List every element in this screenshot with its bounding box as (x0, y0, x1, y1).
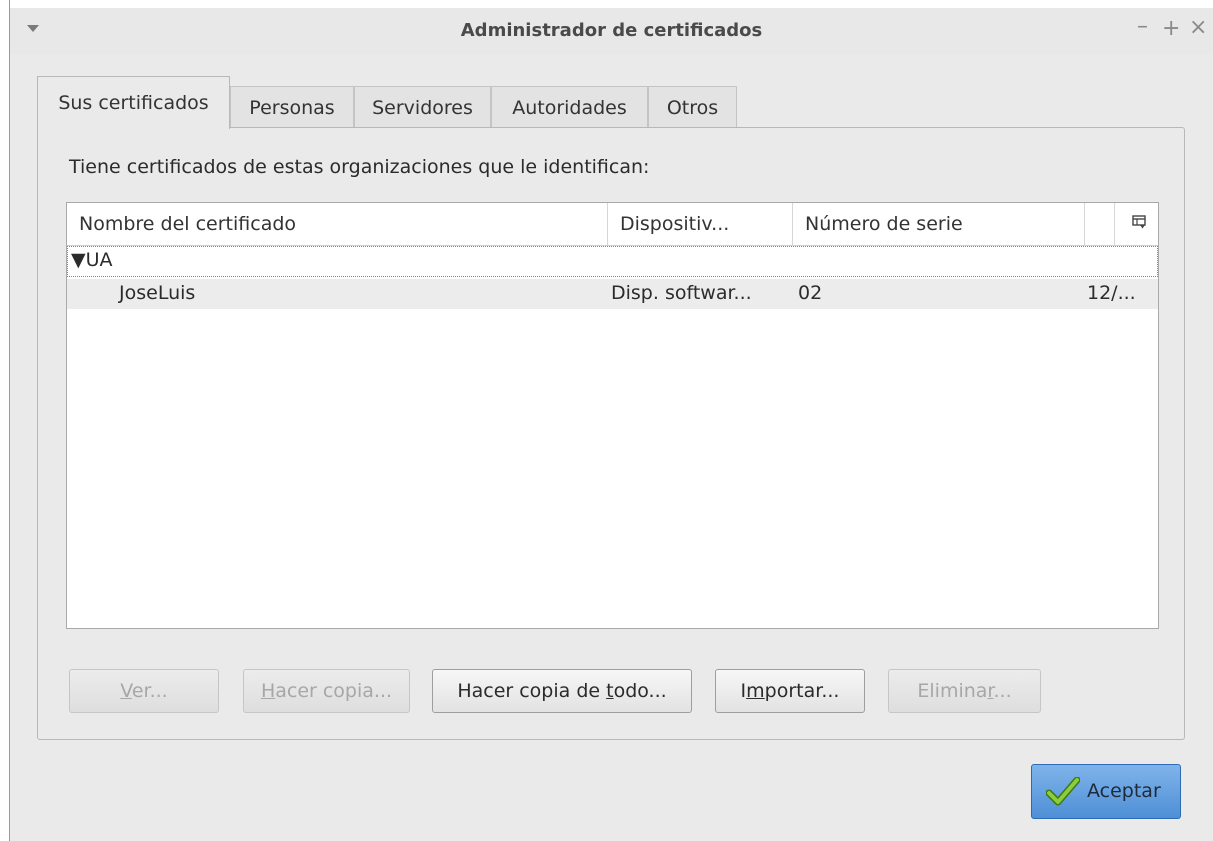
view-button[interactable]: Ver... (69, 669, 219, 713)
accept-button[interactable]: Aceptar (1031, 764, 1181, 819)
minimize-button[interactable]: – (1137, 14, 1148, 39)
tab-personas[interactable]: Personas (230, 86, 354, 128)
checkmark-icon (1046, 777, 1080, 806)
close-button[interactable]: × (1189, 15, 1207, 40)
backup-mnemonic: H (260, 680, 276, 702)
backup-all-label-rest: odo... (613, 680, 667, 702)
tab-panel: Tiene certificados de estas organizacion… (37, 127, 1185, 740)
title-bar: Administrador de certificados – + × (10, 8, 1213, 54)
window-title: Administrador de certificados (460, 20, 763, 41)
backup-label-rest: acer copia... (275, 680, 393, 702)
column-header-name[interactable]: Nombre del certificado (67, 203, 608, 245)
accept-label: Aceptar (1087, 780, 1161, 802)
tab-autoridades[interactable]: Autoridades (491, 86, 648, 128)
cell-device: Disp. softwar... (611, 282, 752, 304)
column-header-device[interactable]: Dispositiv... (608, 203, 793, 245)
column-header-serial[interactable]: Número de serie (793, 203, 1085, 245)
cell-serial: 02 (798, 282, 823, 304)
column-header-extra[interactable] (1085, 203, 1115, 245)
view-mnemonic: V (120, 680, 132, 702)
group-label: ▼UA (71, 249, 113, 271)
background-window-edge (0, 0, 10, 841)
tab-servidores[interactable]: Servidores (354, 86, 491, 128)
certificate-tree[interactable]: Nombre del certificado Dispositiv... Núm… (66, 202, 1159, 629)
delete-button[interactable]: Eliminar... (888, 669, 1041, 713)
maximize-button[interactable]: + (1162, 16, 1180, 41)
import-mnemonic: m (746, 680, 765, 702)
table-row[interactable]: JoseLuis Disp. softwar... 02 12/... (67, 279, 1158, 309)
cell-certificate-name: JoseLuis (119, 282, 196, 304)
delete-label-pre: Elimina (917, 680, 988, 702)
import-label-rest: portar... (764, 680, 840, 702)
tree-group-row[interactable]: ▼UA (67, 246, 1158, 277)
certificate-manager-window: Administrador de certificados – + × Sus … (10, 8, 1213, 841)
tree-header: Nombre del certificado Dispositiv... Núm… (67, 203, 1158, 246)
backup-all-mnemonic: t (606, 680, 614, 702)
column-picker-icon[interactable] (1132, 215, 1146, 229)
tab-sus-certificados[interactable]: Sus certificados (37, 76, 230, 129)
backup-button[interactable]: Hacer copia... (243, 669, 410, 713)
tab-otros[interactable]: Otros (648, 86, 737, 128)
backup-all-label-pre: Hacer copia de (457, 680, 607, 702)
cell-expires: 12/... (1087, 282, 1136, 304)
view-label-rest: er... (131, 680, 168, 702)
panel-description: Tiene certificados de estas organizacion… (69, 156, 650, 178)
import-button[interactable]: Importar... (715, 669, 865, 713)
backup-all-button[interactable]: Hacer copia de todo... (432, 669, 692, 713)
delete-label-rest: ... (993, 680, 1012, 702)
